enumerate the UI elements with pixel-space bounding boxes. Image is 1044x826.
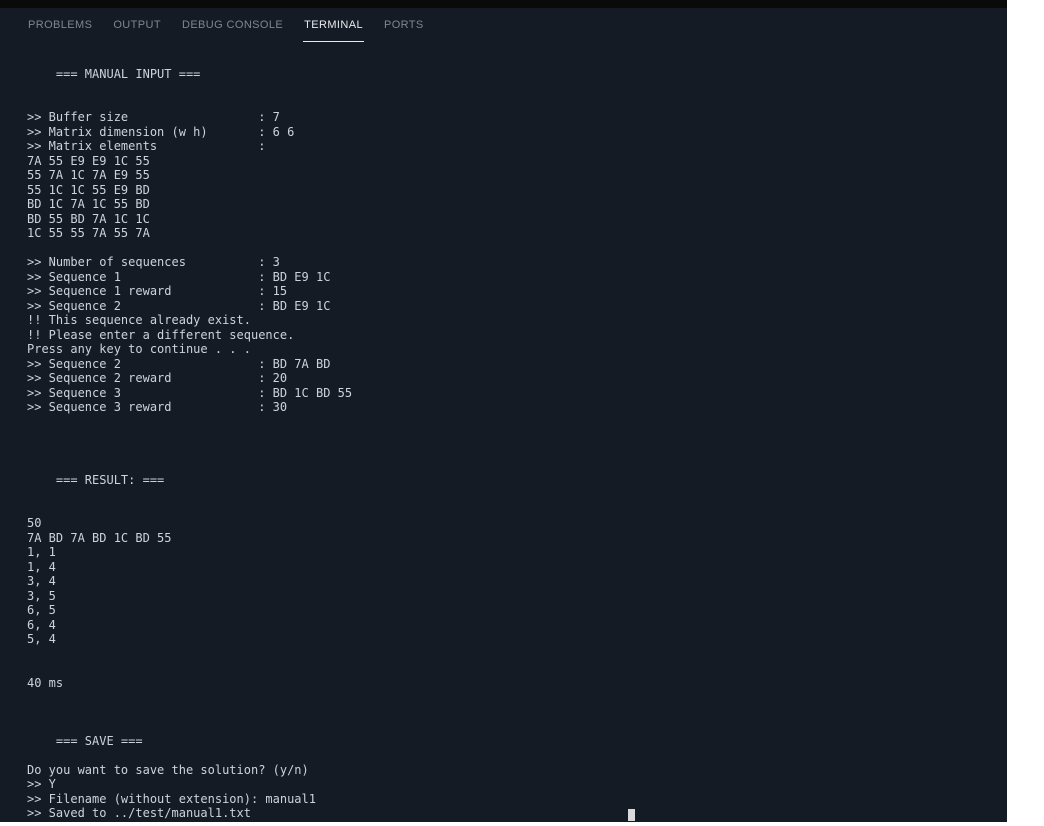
- panel-tab-bar: PROBLEMS OUTPUT DEBUG CONSOLE TERMINAL P…: [0, 8, 1007, 42]
- terminal-cursor: [628, 809, 635, 821]
- tab-output[interactable]: OUTPUT: [112, 8, 162, 42]
- tab-terminal[interactable]: TERMINAL: [303, 8, 364, 42]
- terminal-panel: PROBLEMS OUTPUT DEBUG CONSOLE TERMINAL P…: [0, 0, 1007, 822]
- tab-debug-console[interactable]: DEBUG CONSOLE: [181, 8, 284, 42]
- tab-ports[interactable]: PORTS: [383, 8, 425, 42]
- terminal-output: === MANUAL INPUT === >> Buffer size : 7 …: [0, 42, 1007, 821]
- editor-top-strip: [0, 0, 1007, 8]
- terminal-viewport[interactable]: === MANUAL INPUT === >> Buffer size : 7 …: [0, 42, 1007, 822]
- tab-problems[interactable]: PROBLEMS: [27, 8, 93, 42]
